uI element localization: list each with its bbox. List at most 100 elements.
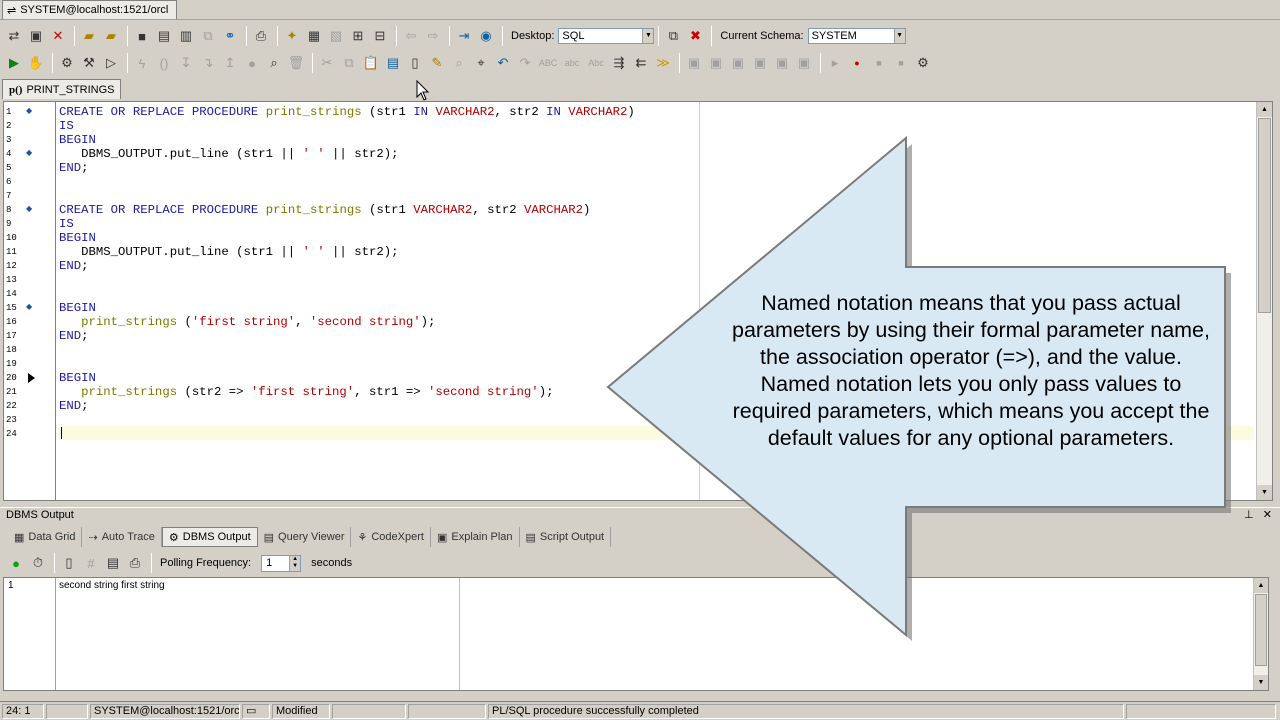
code-block-marker-icon[interactable]: ◆ bbox=[26, 148, 32, 157]
breakpoint-icon[interactable]: ● bbox=[242, 53, 262, 73]
open-file-icon[interactable]: ▰ bbox=[79, 26, 99, 46]
tool-f-icon[interactable]: ▣ bbox=[794, 53, 814, 73]
save-output-icon[interactable]: ▤ bbox=[103, 553, 123, 573]
tool-a-icon[interactable]: ▣ bbox=[684, 53, 704, 73]
scroll-down-icon[interactable]: ▼ bbox=[1257, 485, 1272, 500]
close-icon[interactable]: ✕ bbox=[1263, 509, 1272, 521]
print-icon[interactable]: ⎙ bbox=[251, 26, 271, 46]
scroll-up-icon[interactable]: ▲ bbox=[1254, 578, 1268, 593]
compile-icon[interactable]: ⚙ bbox=[57, 53, 77, 73]
watch-icon[interactable]: ⌕ bbox=[264, 53, 284, 73]
run-script-icon[interactable]: ▷ bbox=[101, 53, 121, 73]
indent-icon[interactable]: ⇶ bbox=[609, 53, 629, 73]
schema-select[interactable]: SYSTEM ▼ bbox=[807, 28, 906, 44]
step-over-icon[interactable]: ↴ bbox=[198, 53, 218, 73]
code-line[interactable]: CREATE OR REPLACE PROCEDURE print_string… bbox=[59, 105, 635, 119]
format-icon[interactable]: ≫ bbox=[653, 53, 673, 73]
tab-explain-plan[interactable]: ▣ Explain Plan bbox=[431, 527, 520, 547]
options-icon[interactable]: ⚙ bbox=[913, 53, 933, 73]
parens-icon[interactable]: () bbox=[154, 53, 174, 73]
outdent-icon[interactable]: ⇇ bbox=[631, 53, 651, 73]
new-page-icon[interactable]: ▤ bbox=[383, 53, 403, 73]
desktop-manage-icon[interactable]: ⧉ bbox=[663, 26, 683, 46]
blank-page-icon[interactable]: ▯ bbox=[405, 53, 425, 73]
copy-text-icon[interactable]: ⧉ bbox=[339, 53, 359, 73]
save-as-icon[interactable]: ▤ bbox=[154, 26, 174, 46]
code-block-marker-icon[interactable]: ◆ bbox=[26, 302, 32, 311]
output-on-icon[interactable]: ● bbox=[6, 553, 26, 573]
lowercase-icon[interactable]: abc bbox=[561, 53, 583, 73]
find-icon[interactable]: ⌕ bbox=[449, 53, 469, 73]
connect-icon[interactable]: ⇄ bbox=[4, 26, 24, 46]
cut-icon[interactable]: ✂ bbox=[317, 53, 337, 73]
tab-data-grid[interactable]: ▦ Data Grid bbox=[8, 527, 83, 547]
record-icon[interactable]: ● bbox=[847, 53, 867, 73]
save-all-icon[interactable]: ▥ bbox=[176, 26, 196, 46]
grid-icon[interactable]: ▦ bbox=[304, 26, 324, 46]
code-block-marker-icon[interactable]: ◆ bbox=[26, 204, 32, 213]
uppercase-icon[interactable]: ABC bbox=[537, 53, 559, 73]
code-line[interactable]: IS bbox=[59, 119, 74, 133]
session-icon[interactable]: ▣ bbox=[26, 26, 46, 46]
scroll-down-icon[interactable]: ▼ bbox=[1254, 675, 1268, 690]
pin-icon[interactable]: ⊥ bbox=[1244, 509, 1254, 521]
tool-e-icon[interactable]: ▣ bbox=[772, 53, 792, 73]
editor-vertical-scrollbar[interactable]: ▲ ▼ bbox=[1256, 102, 1272, 500]
sql-icon[interactable]: ⊞ bbox=[348, 26, 368, 46]
paste-icon[interactable]: 📋 bbox=[361, 53, 381, 73]
clear-icon[interactable]: ▯ bbox=[59, 553, 79, 573]
sql-format-icon[interactable]: ⊟ bbox=[370, 26, 390, 46]
code-block-marker-icon[interactable]: ◆ bbox=[26, 106, 32, 115]
code-line[interactable]: CREATE OR REPLACE PROCEDURE print_string… bbox=[59, 203, 590, 217]
stop-record-icon[interactable]: ■ bbox=[869, 53, 889, 73]
connection-tab[interactable]: ⇌ SYSTEM@localhost:1521/orcl bbox=[2, 0, 178, 19]
capitalize-icon[interactable]: Abc bbox=[585, 53, 607, 73]
code-line[interactable]: print_strings (str2 => 'first string', s… bbox=[59, 385, 553, 399]
tab-query-viewer[interactable]: ▤ Query Viewer bbox=[258, 527, 352, 547]
lightning-icon[interactable]: ϟ bbox=[132, 53, 152, 73]
scroll-up-icon[interactable]: ▲ bbox=[1257, 102, 1272, 117]
chevron-down-icon[interactable]: ▼ bbox=[893, 29, 905, 43]
print-output-icon[interactable]: ⎙ bbox=[125, 553, 145, 573]
stop-icon[interactable]: ✋ bbox=[26, 53, 46, 73]
code-line[interactable]: END; bbox=[59, 399, 89, 413]
code-line[interactable]: DBMS_OUTPUT.put_line (str1 || ' ' || str… bbox=[59, 245, 398, 259]
disconnect-icon[interactable]: ✕ bbox=[48, 26, 68, 46]
execute-icon[interactable]: ▶ bbox=[4, 53, 24, 73]
desktop-select[interactable]: SQL ▼ bbox=[558, 28, 655, 44]
line-numbers-icon[interactable]: # bbox=[81, 553, 101, 573]
desktop-delete-icon[interactable]: ✖ bbox=[685, 26, 705, 46]
redo-icon[interactable]: ↷ bbox=[515, 53, 535, 73]
export-icon[interactable]: ▧ bbox=[326, 26, 346, 46]
debug-icon[interactable]: ⚒ bbox=[79, 53, 99, 73]
forward-icon[interactable]: ⇨ bbox=[423, 26, 443, 46]
scroll-thumb[interactable] bbox=[1258, 118, 1271, 313]
tool-d-icon[interactable]: ▣ bbox=[750, 53, 770, 73]
step-into-icon[interactable]: ↧ bbox=[176, 53, 196, 73]
play-icon[interactable]: ▸ bbox=[825, 53, 845, 73]
code-line[interactable]: print_strings ('first string', 'second s… bbox=[59, 315, 435, 329]
pause-record-icon[interactable]: ■ bbox=[891, 53, 911, 73]
replace-icon[interactable]: ⌖ bbox=[471, 53, 491, 73]
code-line[interactable]: DBMS_OUTPUT.put_line (str1 || ' ' || str… bbox=[59, 147, 398, 161]
copy-icon[interactable]: ⧉ bbox=[198, 26, 218, 46]
chevron-down-icon[interactable]: ▼ bbox=[642, 29, 654, 43]
output-toggle-icon[interactable]: ◉ bbox=[476, 26, 496, 46]
document-tab-print-strings[interactable]: p() PRINT_STRINGS bbox=[2, 79, 122, 99]
scroll-thumb[interactable] bbox=[1255, 594, 1267, 666]
open-multi-icon[interactable]: ▰ bbox=[101, 26, 121, 46]
dbms-output-grid[interactable]: 1 second string first string ▲ ▼ bbox=[3, 577, 1269, 691]
wizard-icon[interactable]: ✦ bbox=[282, 26, 302, 46]
code-line[interactable]: BEGIN bbox=[59, 371, 96, 385]
tab-script-output[interactable]: ▤ Script Output bbox=[520, 527, 612, 547]
code-line[interactable]: END; bbox=[59, 161, 89, 175]
code-line[interactable]: BEGIN bbox=[59, 133, 96, 147]
polling-frequency-stepper[interactable]: 1 ▲ ▼ bbox=[261, 554, 302, 572]
stepper-arrows-icon[interactable]: ▲ ▼ bbox=[289, 555, 301, 571]
output-vertical-scrollbar[interactable]: ▲ ▼ bbox=[1253, 578, 1268, 690]
tab-codexpert[interactable]: ⚘ CodeXpert bbox=[351, 527, 431, 547]
tool-c-icon[interactable]: ▣ bbox=[728, 53, 748, 73]
trash-icon[interactable]: 🗑 bbox=[286, 53, 306, 73]
code-line[interactable]: END; bbox=[59, 329, 89, 343]
tab-dbms-output[interactable]: ⚙ DBMS Output bbox=[161, 527, 258, 547]
